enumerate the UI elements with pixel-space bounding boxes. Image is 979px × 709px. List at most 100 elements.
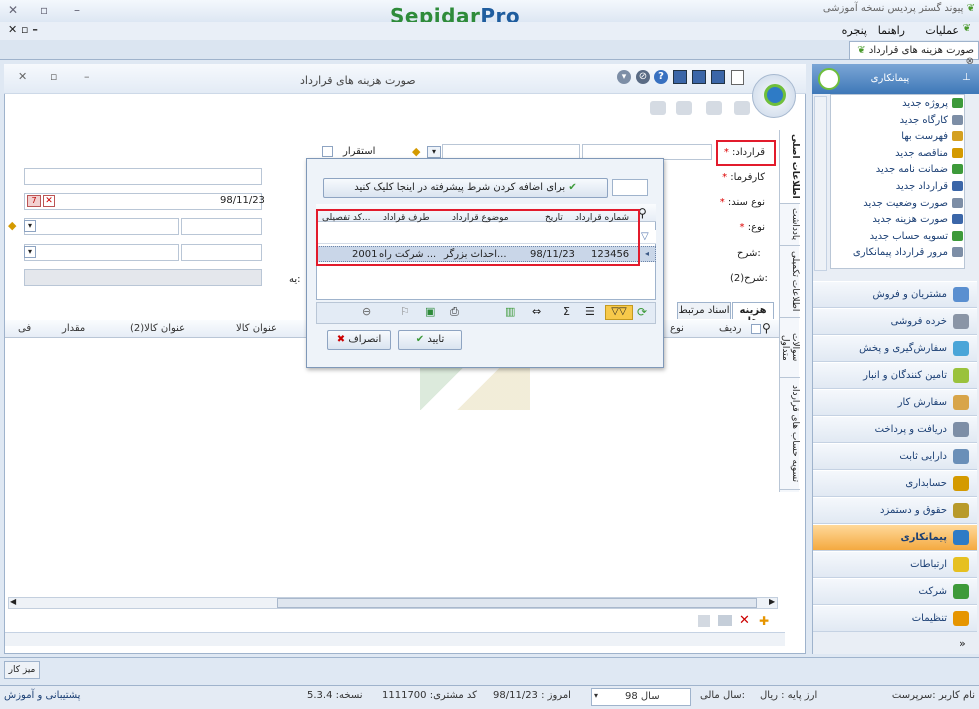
menu-help[interactable]: راهنما [878, 24, 905, 37]
tree-item[interactable]: صورت وضعیت جدید [863, 197, 963, 209]
history-icon[interactable]: ⊘ [636, 70, 650, 84]
tree-item[interactable]: صورت هزینه جدید [872, 214, 963, 225]
mdi-controls[interactable]: ✕ ▫ – [8, 23, 38, 36]
employer-field[interactable] [24, 168, 262, 185]
tab-costs[interactable]: هزینه ها [732, 302, 774, 327]
copy-row-icon[interactable] [698, 615, 710, 627]
save-icon[interactable] [673, 70, 687, 84]
calendar-icon[interactable]: 7 [27, 195, 41, 207]
sidebar-module-button[interactable]: حسابداری [813, 470, 977, 497]
edit-row-icon[interactable] [718, 615, 732, 626]
tree-item[interactable]: کارگاه جدید [900, 114, 963, 126]
sidebar-module-button[interactable]: خرده فروشی [813, 308, 977, 335]
nav-prev-icon[interactable] [676, 101, 692, 115]
col-type[interactable]: نوع [670, 323, 684, 334]
col-item-title2[interactable]: عنوان کالا(2) [130, 323, 185, 334]
tree-item[interactable]: قرارداد جدید [896, 181, 963, 192]
excel-icon[interactable]: ▣ [425, 305, 435, 318]
vtab-extra-info[interactable]: اطلاعات تکمیلی [780, 246, 800, 318]
tree-item[interactable]: فهرست بها [901, 131, 963, 142]
sidebar-module-button[interactable]: تامین کنندگان و انبار [813, 362, 977, 389]
layout-icon[interactable]: ⊖ [362, 305, 371, 318]
desc-dropdown-button[interactable]: ▾ [24, 246, 36, 258]
tree-item[interactable]: پروژه جدید [902, 98, 963, 109]
tree-item[interactable]: مناقصه جدید [895, 147, 963, 159]
nav-first-icon[interactable] [650, 101, 666, 115]
sidebar-module-button[interactable]: سفارش کار [813, 389, 977, 416]
sidebar-module-button[interactable]: سفارش‌گیری و پخش [813, 335, 977, 362]
scroll-left-arrow[interactable]: ◀ [10, 597, 16, 606]
type-field[interactable] [24, 218, 179, 235]
sidebar-module-button[interactable]: دارایی ثابت [813, 443, 977, 470]
desc-field[interactable] [24, 244, 179, 261]
grid-search-icon[interactable]: ⚲ [762, 321, 771, 335]
menu-operations[interactable]: عملیات [925, 24, 959, 37]
desc2-field[interactable] [24, 269, 262, 286]
col-row[interactable]: ردیف [719, 323, 741, 334]
advanced-filter-button[interactable]: ✔ برای اضافه کردن شرط پیشرفته در اینجا ک… [323, 178, 608, 198]
print-icon[interactable]: ⎙ [450, 305, 459, 319]
tree-item[interactable]: تسویه حساب جدید [870, 230, 963, 242]
add-row-icon[interactable]: ✚ [759, 614, 769, 628]
filter-funnel-icon[interactable]: ▽ [641, 231, 649, 242]
col-item-title[interactable]: عنوان کالا [236, 323, 277, 334]
scroll-right-arrow[interactable]: ▶ [769, 597, 775, 606]
minimize-app-button[interactable]: – [74, 3, 80, 17]
sidebar-module-button[interactable]: پیمانکاری [813, 524, 977, 551]
cancel-button[interactable]: ✖ انصراف [327, 330, 391, 350]
group-icon[interactable]: ☰ [585, 305, 595, 318]
clear-date-icon[interactable]: ✕ [43, 195, 55, 207]
help-icon[interactable]: ? [654, 70, 668, 84]
nav-next-icon[interactable] [706, 101, 722, 115]
sidebar-module-button[interactable]: شرکت [813, 578, 977, 605]
window-restore-icon[interactable]: ▫ [50, 70, 57, 83]
sidebar-module-button[interactable]: حقوق و دستمزد [813, 497, 977, 524]
stable-checkbox[interactable] [322, 146, 333, 157]
desc-code-field[interactable] [181, 244, 262, 261]
delete-row-icon[interactable]: ✕ [739, 613, 750, 628]
save-new-icon[interactable] [692, 70, 706, 84]
menu-window[interactable]: پنجره [842, 24, 867, 37]
sidebar-module-button[interactable]: ارتباطات [813, 551, 977, 578]
window-close-icon[interactable]: ✕ [18, 70, 27, 83]
close-app-button[interactable]: ✕ [8, 3, 18, 17]
desk-button[interactable]: میز کار [4, 661, 40, 679]
refresh-icon[interactable]: ⟳ [637, 305, 647, 319]
vtab-settlements[interactable]: تسویه حساب های قرارداد [780, 378, 800, 490]
nav-last-icon[interactable] [734, 101, 750, 115]
vtab-notes[interactable]: یادداشت [780, 204, 800, 246]
ok-button[interactable]: ✔ تایید [398, 330, 462, 350]
restore-app-button[interactable]: ▫ [40, 3, 48, 17]
vtab-main-info[interactable]: اطلاعات اصلی [780, 130, 800, 204]
vtab-faq[interactable]: سوالات متداول [780, 318, 800, 378]
column-width-icon[interactable]: ⇔ [532, 305, 541, 318]
sidebar-pin-icon[interactable]: ⊥ [962, 72, 971, 83]
type-code-field[interactable] [181, 218, 262, 235]
window-minimize-icon[interactable]: – [84, 70, 90, 83]
col-qty[interactable]: مقدار [62, 323, 85, 334]
sidebar-module-button[interactable]: مشتریان و فروش [813, 281, 977, 308]
tab-related-docs[interactable]: اسناد مرتبط [677, 302, 731, 319]
support-link[interactable]: پشتیبانی و آموزش [4, 690, 80, 701]
tree-item[interactable]: ضمانت نامه جدید [876, 164, 963, 175]
dropdown-toolbar-icon[interactable]: ▾ [617, 70, 631, 84]
contract-dropdown-button[interactable]: ▾ [427, 146, 441, 158]
scrollbar-thumb[interactable] [277, 598, 757, 608]
sidebar-module-button[interactable]: تنظیمات [813, 605, 977, 632]
chart-icon[interactable]: ⚐ [400, 305, 410, 318]
sidebar-module-button[interactable]: دریافت و پرداخت [813, 416, 977, 443]
grid-select-all-checkbox[interactable] [751, 324, 761, 334]
filter-toggle-icon[interactable]: ▽▽ [605, 305, 633, 320]
columns-icon[interactable]: ▥ [505, 305, 515, 318]
col-price[interactable]: فی [18, 323, 31, 334]
new-document-icon[interactable] [731, 70, 744, 85]
sidebar-expand-icon[interactable]: » [959, 637, 966, 650]
sum-icon[interactable]: Σ [563, 305, 570, 318]
sidebar-tree-scrollbar[interactable] [814, 96, 827, 271]
fiscal-dropdown-icon[interactable]: ▾ [594, 691, 598, 700]
save-close-icon[interactable] [711, 70, 725, 84]
tab-contract-costs[interactable]: صورت هزینه های قرارداد ❦ ⊗ [849, 41, 979, 67]
type-dropdown-button[interactable]: ▾ [24, 220, 36, 232]
popup-search-field[interactable] [612, 179, 648, 196]
tree-item[interactable]: مرور قرارداد پیمانکاری [853, 247, 963, 258]
